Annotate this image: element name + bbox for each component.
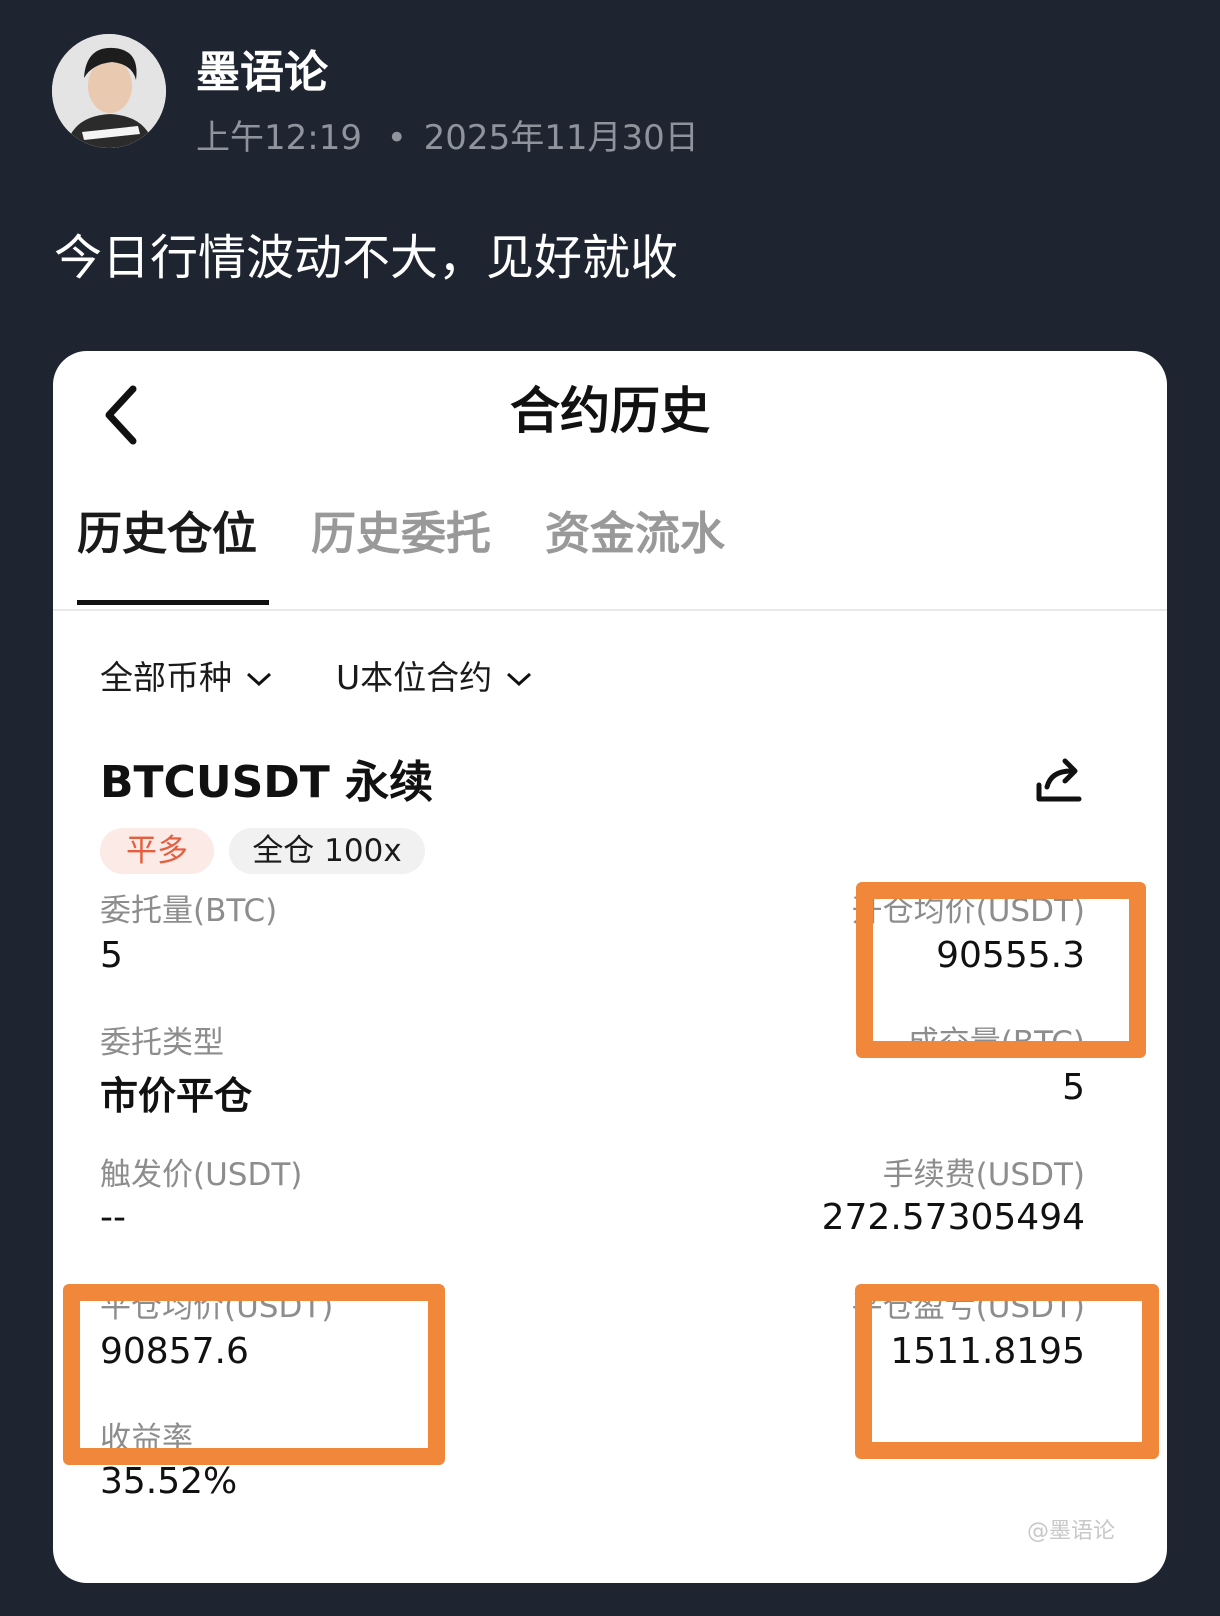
trigger-price-label: 触发价(USDT) <box>100 1157 303 1193</box>
watermark: @墨语论 <box>1026 1519 1115 1544</box>
trigger-price-value: -- <box>100 1197 126 1238</box>
post-time: 上午12:19 <box>196 118 362 158</box>
active-tab-indicator <box>77 600 269 605</box>
tab-history-positions[interactable]: 历史仓位 <box>77 497 257 562</box>
coin-filter-dropdown[interactable]: 全部币种 <box>100 651 272 699</box>
tab-history-orders[interactable]: 历史委托 <box>311 497 491 562</box>
fee-value: 272.57305494 <box>821 1197 1085 1238</box>
contract-filter-label: U本位合约 <box>336 658 493 697</box>
order-qty-label: 委托量(BTC) <box>100 893 278 929</box>
position-symbol: BTCUSDT 永续 <box>100 757 434 808</box>
order-type-label: 委托类型 <box>100 1025 224 1061</box>
coin-filter-label: 全部币种 <box>100 658 232 697</box>
page-title: 合约历史 <box>510 382 710 440</box>
fee-label: 手续费(USDT) <box>882 1157 1085 1193</box>
tabs-divider <box>53 609 1167 611</box>
highlight-box-close-avg <box>63 1284 445 1465</box>
margin-badge: 全仓 100x <box>229 828 425 874</box>
filled-qty-value: 5 <box>1062 1067 1085 1108</box>
share-icon <box>1036 758 1082 802</box>
meta-separator: • <box>386 118 407 158</box>
highlight-box-pnl <box>855 1284 1159 1459</box>
share-button[interactable] <box>1033 755 1089 805</box>
post-meta: 上午12:19 • 2025年11月30日 <box>196 110 699 159</box>
chevron-down-icon <box>506 664 532 694</box>
contract-filter-dropdown[interactable]: U本位合约 <box>336 651 532 699</box>
avatar[interactable] <box>52 34 166 148</box>
tab-fund-flow[interactable]: 资金流水 <box>545 497 725 562</box>
chevron-down-icon <box>246 664 272 694</box>
order-type-value: 市价平仓 <box>100 1074 253 1118</box>
post-text: 今日行情波动不大，见好就收 <box>54 230 679 286</box>
author-name[interactable]: 墨语论 <box>196 36 328 100</box>
roi-value: 35.52% <box>100 1461 238 1502</box>
highlight-box-open-avg <box>856 882 1146 1058</box>
post-date: 2025年11月30日 <box>423 118 699 158</box>
order-qty-value: 5 <box>100 935 123 976</box>
side-badge: 平多 <box>100 828 214 874</box>
